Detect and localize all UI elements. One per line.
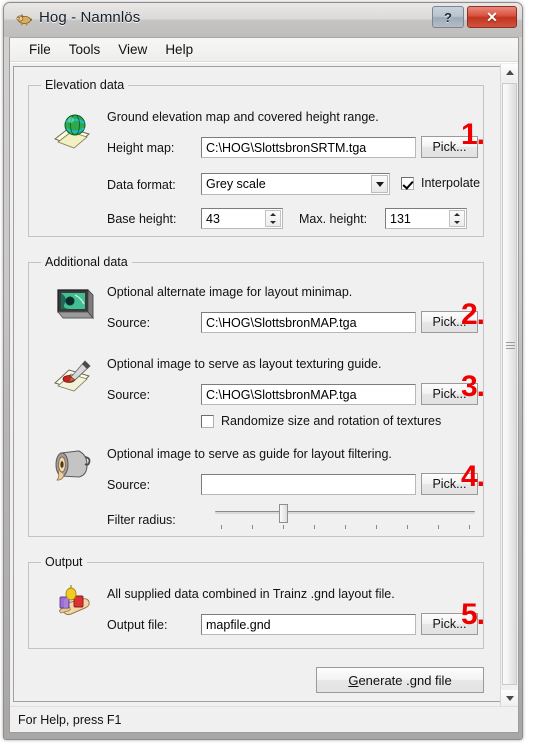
help-button[interactable]: ? bbox=[432, 6, 464, 28]
hog-icon bbox=[15, 11, 33, 29]
menu-item-help[interactable]: Help bbox=[156, 40, 202, 59]
paintbrush-icon bbox=[49, 353, 95, 399]
filter-radius-slider[interactable] bbox=[215, 503, 475, 531]
close-button[interactable]: ✕ bbox=[467, 6, 517, 28]
slider-track[interactable] bbox=[215, 511, 475, 514]
texturing-pick-button[interactable]: Pick... bbox=[421, 383, 478, 405]
chevron-down-icon[interactable] bbox=[371, 175, 388, 193]
elevation-description: Ground elevation map and covered height … bbox=[107, 110, 379, 124]
menu-item-file[interactable]: File bbox=[20, 40, 60, 59]
slider-tick bbox=[314, 525, 315, 529]
group-additional-data: Additional data Optional alternate image… bbox=[28, 255, 484, 537]
base-height-value: 43 bbox=[206, 212, 220, 226]
slider-tick bbox=[407, 525, 408, 529]
max-height-stepper[interactable] bbox=[449, 210, 465, 227]
max-height-label: Max. height: bbox=[299, 212, 368, 226]
slider-thumb[interactable] bbox=[279, 504, 288, 523]
texturing-description: Optional image to serve as layout textur… bbox=[107, 357, 382, 371]
scroll-down-icon[interactable] bbox=[501, 690, 518, 707]
menu-item-tools[interactable]: Tools bbox=[60, 40, 110, 59]
application-window: Hog - Namnlös ? ✕ File Tools View Help E… bbox=[3, 2, 523, 740]
status-text: For Help, press F1 bbox=[18, 712, 122, 727]
menu-bar: File Tools View Help bbox=[10, 38, 518, 62]
globe-on-map-icon bbox=[49, 108, 95, 154]
minimap-description: Optional alternate image for layout mini… bbox=[107, 285, 353, 299]
texturing-source-label: Source: bbox=[107, 388, 151, 402]
base-height-label: Base height: bbox=[107, 212, 177, 226]
screenshot-root: Hog - Namnlös ? ✕ File Tools View Help E… bbox=[0, 0, 534, 746]
slider-tick bbox=[252, 525, 253, 529]
output-description: All supplied data combined in Trainz .gn… bbox=[107, 587, 395, 601]
interpolate-label: Interpolate bbox=[421, 176, 481, 190]
group-title-additional: Additional data bbox=[41, 255, 132, 269]
data-format-select[interactable]: Grey scale bbox=[201, 173, 390, 195]
status-bar: For Help, press F1 bbox=[10, 706, 518, 732]
checkbox-box-randomize[interactable] bbox=[201, 414, 214, 428]
hand-with-blocks-icon bbox=[49, 583, 95, 629]
randomize-textures-checkbox[interactable]: Randomize size and rotation of textures bbox=[201, 414, 441, 428]
checkbox-box-interpolate[interactable] bbox=[401, 176, 414, 190]
menu-item-view[interactable]: View bbox=[109, 40, 156, 59]
filtering-source-input[interactable] bbox=[201, 474, 416, 495]
interpolate-checkbox[interactable]: Interpolate bbox=[401, 176, 480, 190]
data-format-value: Grey scale bbox=[206, 177, 266, 191]
filtering-description: Optional image to serve as guide for lay… bbox=[107, 447, 392, 461]
group-output: Output All supplied data combined in Tra… bbox=[28, 555, 484, 649]
generate-mnemonic: G bbox=[348, 672, 359, 688]
generate-gnd-file-button[interactable]: Generate .gnd file bbox=[316, 667, 484, 693]
group-title-output: Output bbox=[41, 555, 87, 569]
max-height-value: 131 bbox=[390, 212, 411, 226]
max-height-input[interactable]: 131 bbox=[385, 208, 467, 229]
height-map-input[interactable]: C:\HOG\SlottsbronSRTM.tga bbox=[201, 137, 416, 158]
slider-tick bbox=[438, 525, 439, 529]
randomize-textures-label: Randomize size and rotation of textures bbox=[221, 414, 442, 428]
slider-tick bbox=[221, 525, 222, 529]
slider-tick bbox=[345, 525, 346, 529]
output-pick-button[interactable]: Pick... bbox=[421, 613, 478, 635]
vertical-scrollbar[interactable] bbox=[500, 64, 518, 707]
minimap-source-label: Source: bbox=[107, 316, 151, 330]
minimap-pick-button[interactable]: Pick... bbox=[421, 311, 478, 333]
base-height-stepper[interactable] bbox=[265, 210, 281, 227]
texturing-source-input[interactable]: C:\HOG\SlottsbronMAP.tga bbox=[201, 384, 416, 405]
height-map-pick-button[interactable]: Pick... bbox=[421, 136, 478, 158]
generate-label-rest: enerate .gnd file bbox=[358, 672, 452, 688]
filtering-source-label: Source: bbox=[107, 478, 151, 492]
window-title: Hog - Namnlös bbox=[39, 9, 141, 26]
data-format-label: Data format: bbox=[107, 178, 176, 192]
slider-tick bbox=[376, 525, 377, 529]
sharpener-filter-icon bbox=[49, 443, 95, 489]
scroll-up-icon[interactable] bbox=[501, 64, 518, 81]
base-height-input[interactable]: 43 bbox=[201, 208, 283, 229]
client-area: File Tools View Help Elevation data Grou… bbox=[9, 37, 519, 733]
minimap-source-input[interactable]: C:\HOG\SlottsbronMAP.tga bbox=[201, 312, 416, 333]
height-map-label: Height map: bbox=[107, 141, 175, 155]
filtering-pick-button[interactable]: Pick... bbox=[421, 473, 478, 495]
filter-radius-label: Filter radius: bbox=[107, 513, 176, 527]
scrollbar-thumb[interactable] bbox=[502, 83, 517, 685]
output-file-input[interactable]: mapfile.gnd bbox=[201, 614, 416, 635]
slider-tick bbox=[469, 525, 470, 529]
output-file-label: Output file: bbox=[107, 618, 168, 632]
group-elevation-data: Elevation data Ground elevation map and … bbox=[28, 78, 484, 237]
slider-tick bbox=[283, 525, 284, 529]
group-title-elevation: Elevation data bbox=[41, 78, 129, 92]
minimap-image-icon bbox=[49, 281, 95, 327]
title-bar: Hog - Namnlös ? ✕ bbox=[4, 3, 522, 37]
scrollbar-grip bbox=[506, 340, 515, 351]
form-content: Elevation data Ground elevation map and … bbox=[10, 62, 518, 707]
scroll-viewport: Elevation data Ground elevation map and … bbox=[13, 66, 500, 702]
